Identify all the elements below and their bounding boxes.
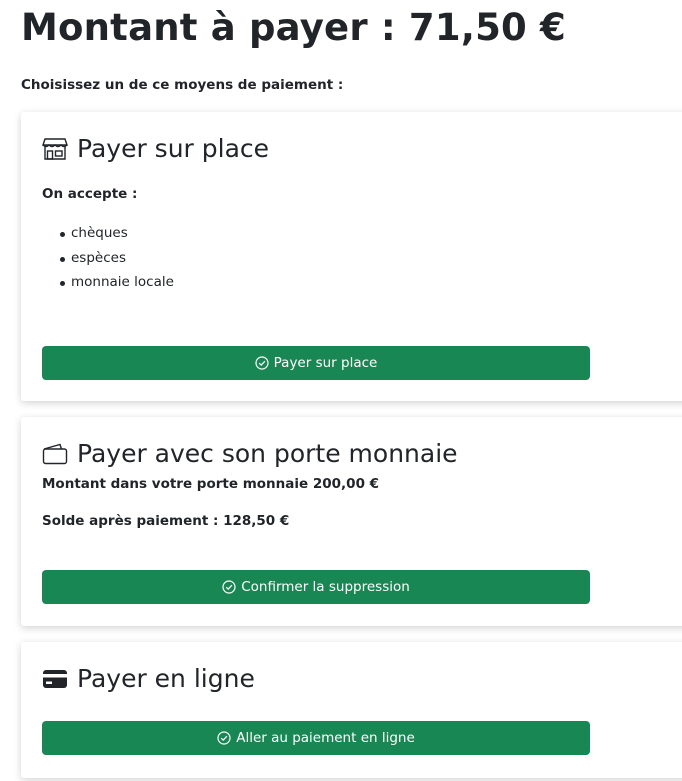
check-circle-icon [255, 356, 269, 370]
online-title: Payer en ligne [42, 662, 255, 696]
shop-icon [42, 136, 68, 162]
wallet-title-label: Payer avec son porte monnaie [77, 439, 458, 468]
check-circle-icon [217, 731, 231, 745]
check-circle-icon [222, 580, 236, 594]
confirm-wallet-button-label: Confirmer la suppression [241, 579, 410, 595]
credit-card-icon [42, 666, 68, 692]
payment-page: Montant à payer : 71,50 € Choisissez un … [0, 0, 682, 781]
list-item: monnaie locale [42, 270, 174, 295]
accept-label: On accepte : [42, 186, 138, 202]
pay-on-site-button-label: Payer sur place [273, 355, 378, 371]
online-card: Payer en ligne Aller au paiement en lign… [21, 642, 682, 778]
wallet-balance-text: Montant dans votre porte monnaie 200,00 … [42, 476, 380, 492]
list-item: chèques [42, 221, 174, 246]
on-site-title: Payer sur place [42, 132, 269, 166]
pay-on-site-button[interactable]: Payer sur place [42, 346, 590, 380]
on-site-card: Payer sur place On accepte : chèques esp… [21, 112, 682, 401]
balance-after-payment-text: Solde après paiement : 128,50 € [42, 513, 290, 529]
online-payment-button[interactable]: Aller au paiement en ligne [42, 721, 590, 755]
online-title-label: Payer en ligne [77, 664, 255, 693]
list-item: espèces [42, 246, 174, 271]
on-site-title-label: Payer sur place [77, 134, 270, 163]
intro-text: Choisissez un de ce moyens de paiement : [21, 77, 344, 93]
page-title: Montant à payer : 71,50 € [21, 6, 566, 49]
online-payment-button-label: Aller au paiement en ligne [236, 730, 415, 746]
wallet-card: Payer avec son porte monnaie Montant dan… [21, 417, 682, 626]
wallet-icon [42, 441, 68, 467]
wallet-title: Payer avec son porte monnaie [42, 437, 458, 471]
accepted-methods-list: chèques espèces monnaie locale [42, 221, 174, 295]
confirm-wallet-payment-button[interactable]: Confirmer la suppression [42, 570, 590, 604]
